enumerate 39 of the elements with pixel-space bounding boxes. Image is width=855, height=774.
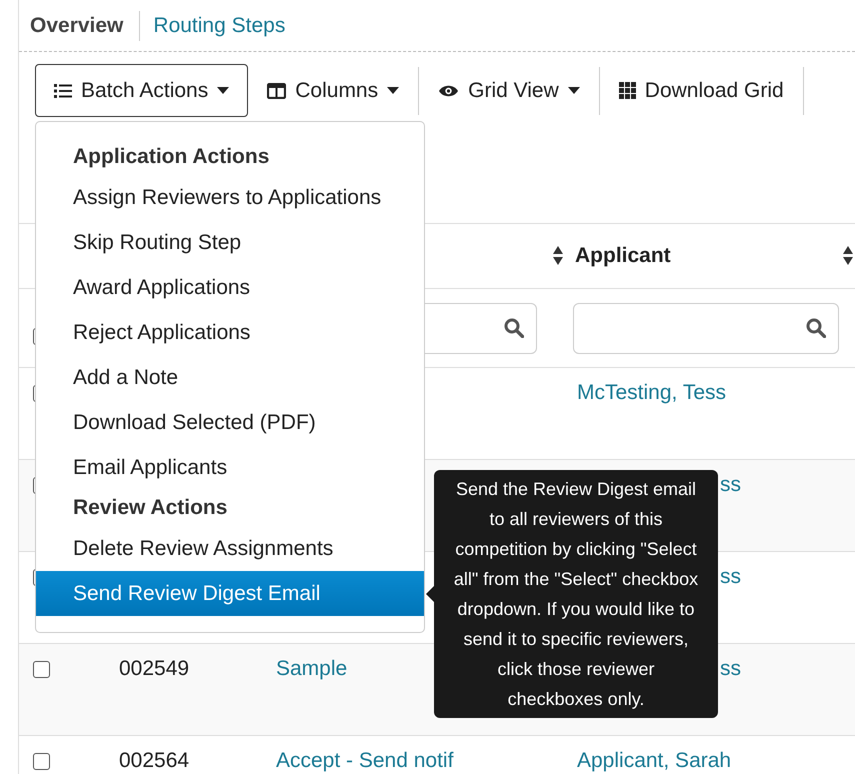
- table-cell: 002549: [119, 657, 190, 680]
- filter-field[interactable]: [573, 302, 839, 354]
- menu-item[interactable]: Download Selected (PDF): [36, 400, 424, 445]
- menu-item[interactable]: Email Applicants: [36, 445, 424, 490]
- checkbox[interactable]: [33, 753, 50, 770]
- tab[interactable]: Routing Steps: [139, 10, 286, 40]
- search-icon: [806, 318, 826, 338]
- sort-icon: [553, 246, 563, 266]
- tooltip-text: Send the Review Digest email to all reviewers of this competition by clicking "Select all" from the "Select" checkbox dropdown. If you would like to send it to specific reviewers, click those reviewer checkboxes only.: [452, 478, 700, 711]
- menu-item[interactable]: Award Applications: [36, 265, 424, 310]
- applicant-link[interactable]: Applicant, Sarah: [577, 749, 732, 772]
- columns-icon: [267, 82, 286, 98]
- menu-item[interactable]: Add a Note: [36, 355, 424, 400]
- grid-icon: [618, 82, 636, 99]
- title-link[interactable]: Accept - Send notif: [276, 749, 454, 772]
- list-icon: [54, 82, 72, 98]
- tab[interactable]: Overview: [30, 14, 124, 38]
- menu-item[interactable]: Delete Review Assignments: [36, 526, 424, 571]
- column-header[interactable]: Applicant: [575, 244, 671, 268]
- applicant-link[interactable]: ss: [720, 657, 741, 680]
- applicant-link[interactable]: McTesting, Tess: [577, 381, 726, 404]
- toolbar-button[interactable]: Batch Actions: [35, 64, 248, 117]
- checkbox[interactable]: [33, 661, 50, 678]
- applicant-link[interactable]: ss: [720, 473, 741, 496]
- search-icon: [504, 318, 524, 338]
- title-link[interactable]: Sample: [276, 657, 348, 680]
- menu-item[interactable]: Reject Applications: [36, 310, 424, 355]
- menu-heading: Review Actions: [72, 495, 228, 521]
- menu-heading: Application Actions: [72, 144, 270, 170]
- applicant-link[interactable]: ss: [720, 565, 741, 588]
- eye-icon: [438, 84, 460, 98]
- caret-icon: [217, 87, 230, 94]
- caret-icon: [568, 87, 580, 94]
- table-cell: 002564: [119, 749, 190, 772]
- menu-item[interactable]: Assign Reviewers to Applications: [36, 175, 424, 220]
- caret-icon: [387, 87, 400, 94]
- menu-item[interactable]: Skip Routing Step: [36, 220, 424, 265]
- menu-item[interactable]: Send Review Digest Email: [36, 571, 424, 616]
- sort-icon: [843, 246, 853, 266]
